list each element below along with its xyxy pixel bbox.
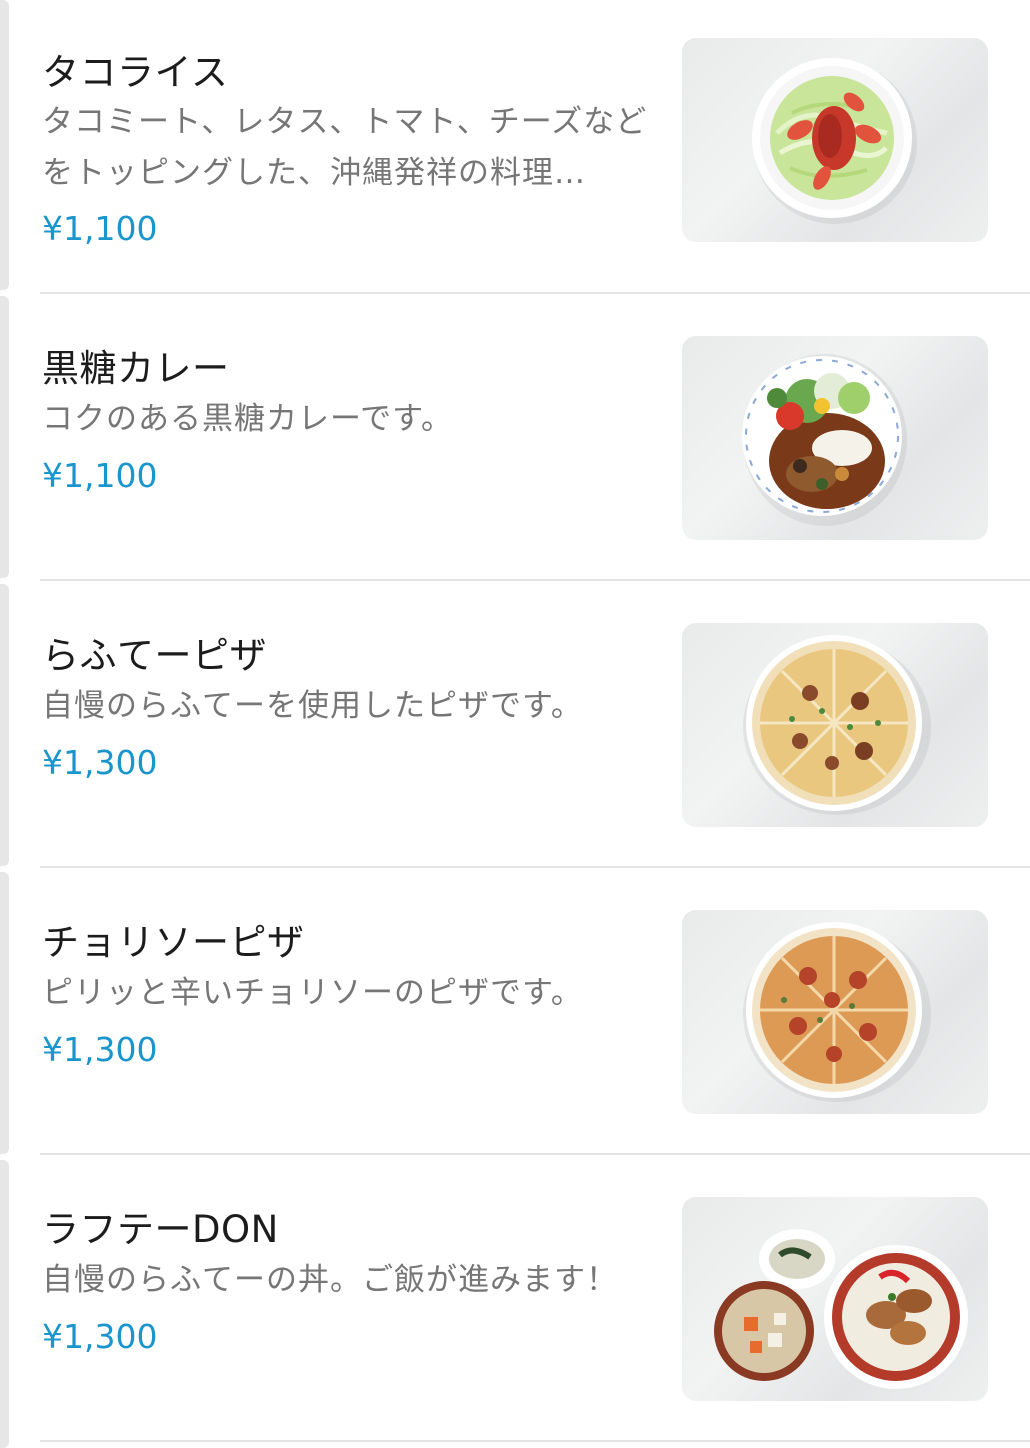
item-price: ¥1,100 xyxy=(42,456,158,495)
item-name: チョリソーピザ xyxy=(42,921,305,964)
kokuto-curry-photo xyxy=(682,336,988,540)
chorizo-pizza-photo xyxy=(682,910,988,1114)
rafute-pizza-photo xyxy=(682,623,988,827)
taco-rice-photo xyxy=(682,38,988,242)
pizza-icon xyxy=(743,922,931,1102)
item-description: ピリッと辛いチョリソーのピザです。 xyxy=(42,975,583,1011)
item-description: コクのある黒糖カレーです。 xyxy=(42,401,454,437)
menu-item-chorizo-pizza[interactable]: チョリソーピザ ピリッと辛いチョリソーのピザです。 ¥1,300 xyxy=(0,868,1030,1153)
item-description: 自慢のらふてーを使用したピザです。 xyxy=(42,688,583,724)
item-price: ¥1,300 xyxy=(42,743,158,782)
menu-item-rafute-pizza[interactable]: らふてーピザ 自慢のらふてーを使用したピザです。 ¥1,300 xyxy=(0,581,1030,866)
taco-rice-icon xyxy=(752,58,917,224)
menu-item-rafute-don[interactable]: ラフテーDON 自慢のらふてーの丼。ご飯が進みます！ ¥1,300 xyxy=(0,1155,1030,1440)
menu-item-taco-rice[interactable]: タコライス タコミート、レタス、トマト、チーズなどをトッピングした、沖縄発祥の料… xyxy=(0,0,1030,292)
pizza-icon xyxy=(743,635,931,815)
item-name: 黒糖カレー xyxy=(42,347,230,390)
curry-icon xyxy=(742,354,907,526)
rice-bowl-icon xyxy=(714,1229,968,1389)
item-name: ラフテーDON xyxy=(42,1208,279,1251)
item-description: タコミート、レタス、トマト、チーズなどをトッピングした、沖縄発祥の料理… xyxy=(42,104,648,191)
item-price: ¥1,100 xyxy=(42,209,158,248)
item-description: 自慢のらふてーの丼。ご飯が進みます！ xyxy=(42,1262,618,1298)
item-price: ¥1,300 xyxy=(42,1317,158,1356)
item-price: ¥1,300 xyxy=(42,1030,158,1069)
item-name: らふてーピザ xyxy=(42,634,267,677)
item-name: タコライス xyxy=(42,51,229,94)
divider xyxy=(40,1440,1030,1442)
rafute-don-photo xyxy=(682,1197,988,1401)
menu-item-kokuto-curry[interactable]: 黒糖カレー コクのある黒糖カレーです。 ¥1,100 xyxy=(0,294,1030,579)
